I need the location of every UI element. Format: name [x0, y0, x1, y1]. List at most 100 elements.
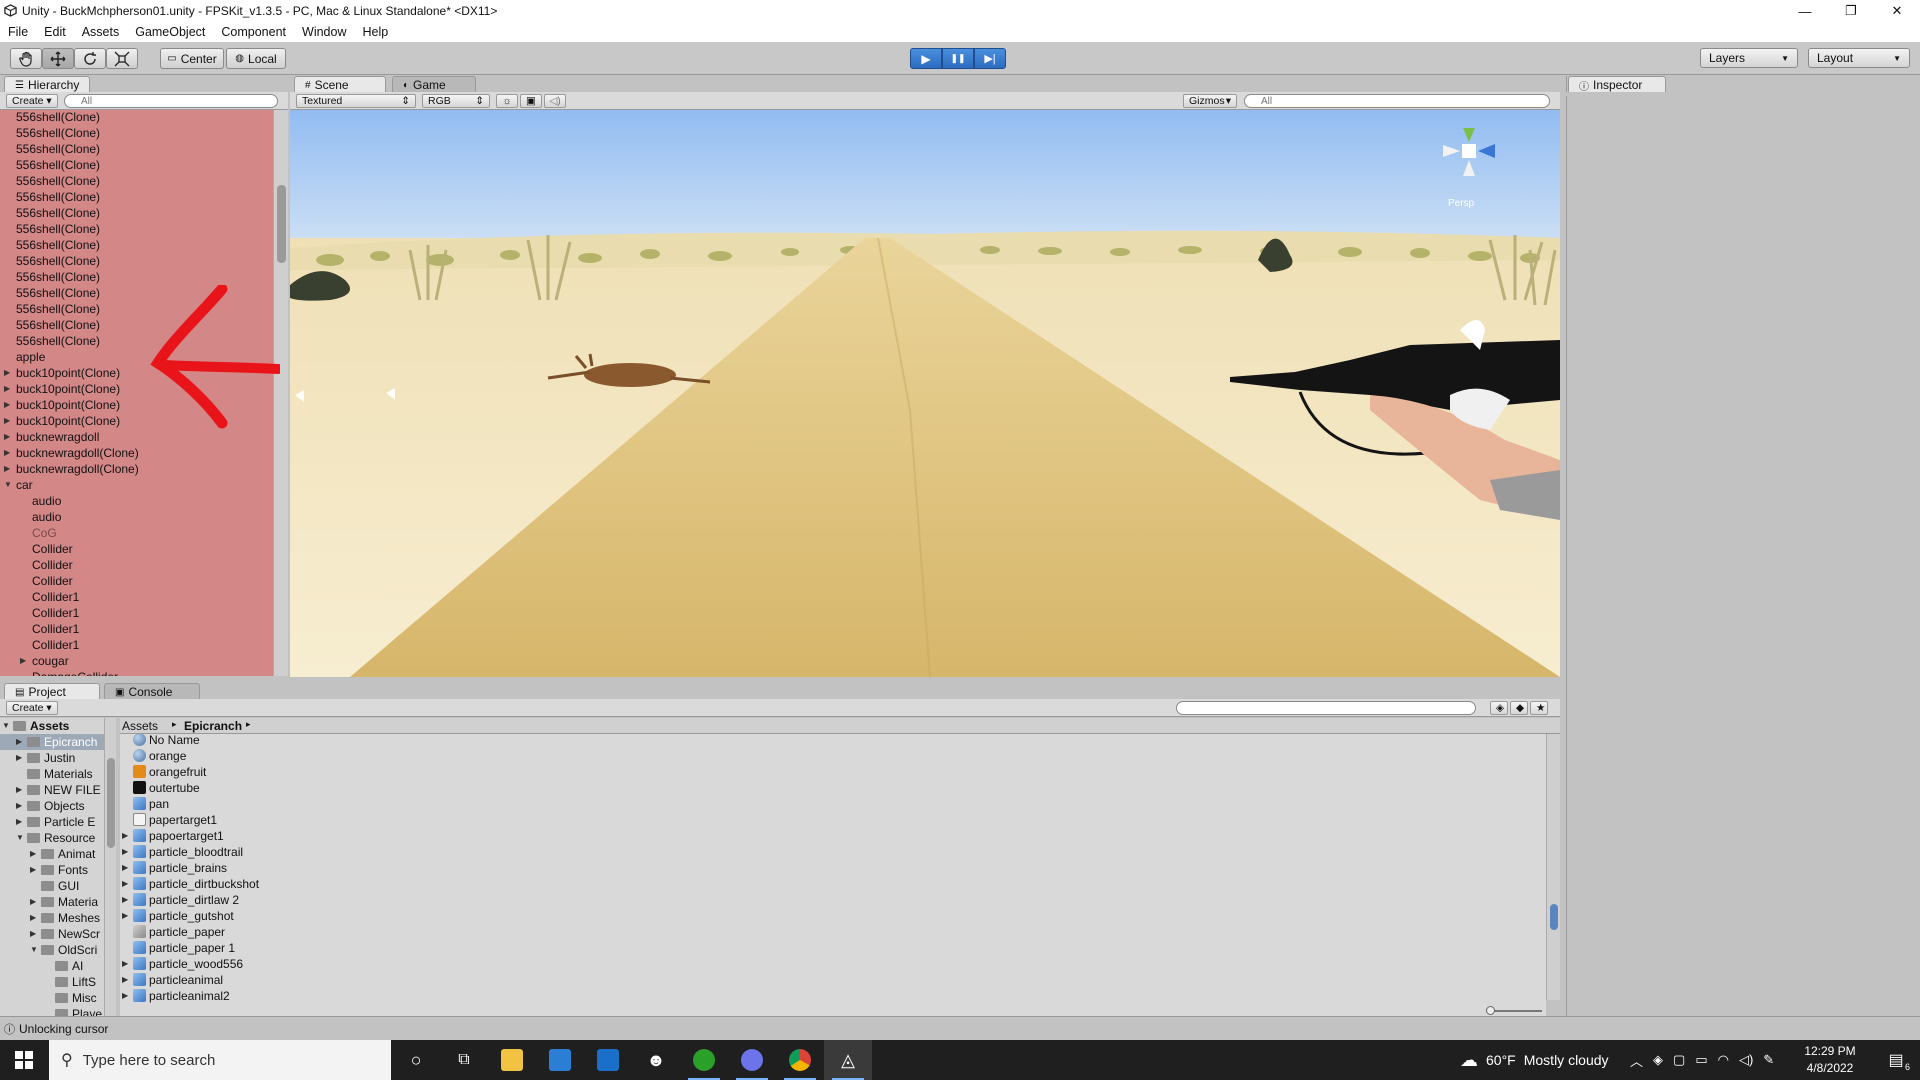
cortana-button[interactable]: ○: [392, 1040, 440, 1080]
volume-icon[interactable]: ◁): [1739, 1052, 1753, 1068]
breadcrumb-assets[interactable]: Assets: [122, 719, 158, 733]
project-asset-item[interactable]: ▶ particle_dirtlaw 2: [120, 892, 1540, 908]
hierarchy-item[interactable]: audio: [0, 493, 273, 509]
collapse-arrow-icon[interactable]: ▶: [20, 653, 26, 669]
hierarchy-create-button[interactable]: Create ▾: [6, 94, 58, 108]
tab-project[interactable]: ▤ Project: [4, 683, 100, 700]
tray-app-icon[interactable]: ◈: [1653, 1052, 1663, 1068]
project-asset-item[interactable]: ▶ particle_dirtbuckshot: [120, 876, 1540, 892]
hierarchy-search-input[interactable]: All: [64, 94, 278, 108]
collapse-arrow-icon[interactable]: ▶: [30, 862, 36, 878]
layout-dropdown[interactable]: Layout ▼: [1808, 48, 1910, 68]
chevron-up-icon[interactable]: ︿: [1630, 1051, 1643, 1070]
collapse-arrow-icon[interactable]: ▶: [122, 892, 128, 908]
collapse-arrow-icon[interactable]: ▶: [16, 750, 22, 766]
scene-viewport[interactable]: Persp: [290, 110, 1560, 677]
hierarchy-item[interactable]: 556shell(Clone): [0, 157, 273, 173]
file-explorer-button[interactable]: [488, 1040, 536, 1080]
tray-display-icon[interactable]: ▭: [1695, 1052, 1707, 1068]
hierarchy-item[interactable]: ▶ cougar: [0, 653, 273, 669]
project-asset-item[interactable]: particle_paper 1: [120, 940, 1540, 956]
taskbar-search-box[interactable]: ⚲ Type here to search: [49, 1040, 391, 1080]
alienware-button[interactable]: ☻: [632, 1040, 680, 1080]
image-toggle[interactable]: ▣: [520, 94, 542, 108]
menu-file[interactable]: File: [0, 25, 36, 39]
collapse-arrow-icon[interactable]: ▶: [16, 814, 22, 830]
hierarchy-item[interactable]: Collider: [0, 541, 273, 557]
minimize-button[interactable]: —: [1782, 0, 1828, 22]
collapse-arrow-icon[interactable]: ▶: [16, 782, 22, 798]
project-folder-item[interactable]: GUI: [0, 878, 104, 894]
hierarchy-item[interactable]: Collider1: [0, 605, 273, 621]
project-folder-item[interactable]: ▶ Meshes: [0, 910, 104, 926]
collapse-arrow-icon[interactable]: ▶: [4, 365, 10, 381]
project-folder-item[interactable]: Misc: [0, 990, 104, 1006]
collapse-arrow-icon[interactable]: ▶: [122, 972, 128, 988]
tab-console[interactable]: ▣ Console: [104, 683, 200, 700]
play-button[interactable]: ▶: [910, 48, 942, 69]
project-asset-item[interactable]: ▶ papoertarget1: [120, 828, 1540, 844]
collapse-arrow-icon[interactable]: ▶: [30, 846, 36, 862]
project-asset-item[interactable]: outertube: [120, 780, 1540, 796]
icon-size-slider[interactable]: [1484, 1006, 1544, 1015]
hierarchy-item[interactable]: Collider1: [0, 637, 273, 653]
collapse-arrow-icon[interactable]: ▶: [4, 397, 10, 413]
hierarchy-item[interactable]: 556shell(Clone): [0, 125, 273, 141]
pivot-center-button[interactable]: ▭ Center: [160, 48, 224, 69]
hierarchy-item[interactable]: 556shell(Clone): [0, 110, 273, 125]
tab-hierarchy[interactable]: ☰ Hierarchy: [4, 76, 90, 93]
scrollbar-thumb[interactable]: [277, 185, 286, 263]
project-asset-item[interactable]: ▶ particle_bloodtrail: [120, 844, 1540, 860]
collapse-arrow-icon[interactable]: ▶: [122, 988, 128, 1004]
project-asset-item[interactable]: ▶ particle_gutshot: [120, 908, 1540, 924]
hierarchy-item[interactable]: 556shell(Clone): [0, 205, 273, 221]
collapse-arrow-icon[interactable]: ▶: [4, 381, 10, 397]
render-mode-dropdown[interactable]: Textured ⇕: [296, 94, 416, 108]
store-button[interactable]: [536, 1040, 584, 1080]
hierarchy-item[interactable]: Collider: [0, 557, 273, 573]
audio-toggle[interactable]: ◁): [544, 94, 566, 108]
tab-game[interactable]: ◐ Game: [392, 76, 476, 93]
mail-button[interactable]: [584, 1040, 632, 1080]
collapse-arrow-icon[interactable]: ▶: [4, 413, 10, 429]
project-folder-item[interactable]: ▶ Animat: [0, 846, 104, 862]
lighting-toggle[interactable]: ☼: [496, 94, 518, 108]
breadcrumb-epicranch[interactable]: Epicranch: [184, 719, 242, 733]
menu-help[interactable]: Help: [354, 25, 396, 39]
pivot-local-button[interactable]: ◍ Local: [226, 48, 286, 69]
tray-device-icon[interactable]: ▢: [1673, 1052, 1685, 1068]
color-mode-dropdown[interactable]: RGB ⇕: [422, 94, 490, 108]
start-button[interactable]: [0, 1040, 48, 1080]
filter-label-button[interactable]: ◆: [1510, 701, 1528, 715]
hierarchy-item[interactable]: 556shell(Clone): [0, 173, 273, 189]
hierarchy-item[interactable]: ▶ bucknewragdoll(Clone): [0, 445, 273, 461]
pause-button[interactable]: ❚❚: [942, 48, 974, 69]
hierarchy-item[interactable]: 556shell(Clone): [0, 221, 273, 237]
xbox-button[interactable]: [680, 1040, 728, 1080]
weather-widget[interactable]: ☁ 60°F Mostly cloudy: [1460, 1040, 1609, 1080]
hierarchy-item[interactable]: audio: [0, 509, 273, 525]
hierarchy-item[interactable]: ▶ bucknewragdoll: [0, 429, 273, 445]
menu-gameobject[interactable]: GameObject: [127, 25, 213, 39]
collapse-arrow-icon[interactable]: ▶: [122, 876, 128, 892]
collapse-arrow-icon[interactable]: ▶: [16, 798, 22, 814]
hierarchy-item[interactable]: DamageCollider: [0, 669, 273, 676]
close-button[interactable]: ✕: [1874, 0, 1920, 22]
collapse-arrow-icon[interactable]: ▶: [30, 894, 36, 910]
gizmos-dropdown[interactable]: Gizmos ▾: [1183, 94, 1237, 108]
project-asset-item[interactable]: No Name: [120, 734, 1540, 748]
hierarchy-item[interactable]: ▼ car: [0, 477, 273, 493]
hierarchy-item[interactable]: Collider1: [0, 621, 273, 637]
scrollbar-thumb[interactable]: [1550, 904, 1558, 930]
task-view-button[interactable]: ⧉: [440, 1040, 488, 1080]
collapse-arrow-icon[interactable]: ▶: [122, 908, 128, 924]
project-asset-item[interactable]: particle_paper: [120, 924, 1540, 940]
restore-button[interactable]: ❐: [1828, 0, 1874, 22]
hand-tool-button[interactable]: [10, 48, 42, 69]
project-folder-item[interactable]: ▼ Assets: [0, 718, 104, 734]
project-folder-item[interactable]: AI: [0, 958, 104, 974]
project-asset-item[interactable]: papertarget1: [120, 812, 1540, 828]
expand-arrow-icon[interactable]: ▼: [2, 718, 10, 734]
project-folder-item[interactable]: ▶ NEW FILE: [0, 782, 104, 798]
project-folder-item[interactable]: LiftS: [0, 974, 104, 990]
